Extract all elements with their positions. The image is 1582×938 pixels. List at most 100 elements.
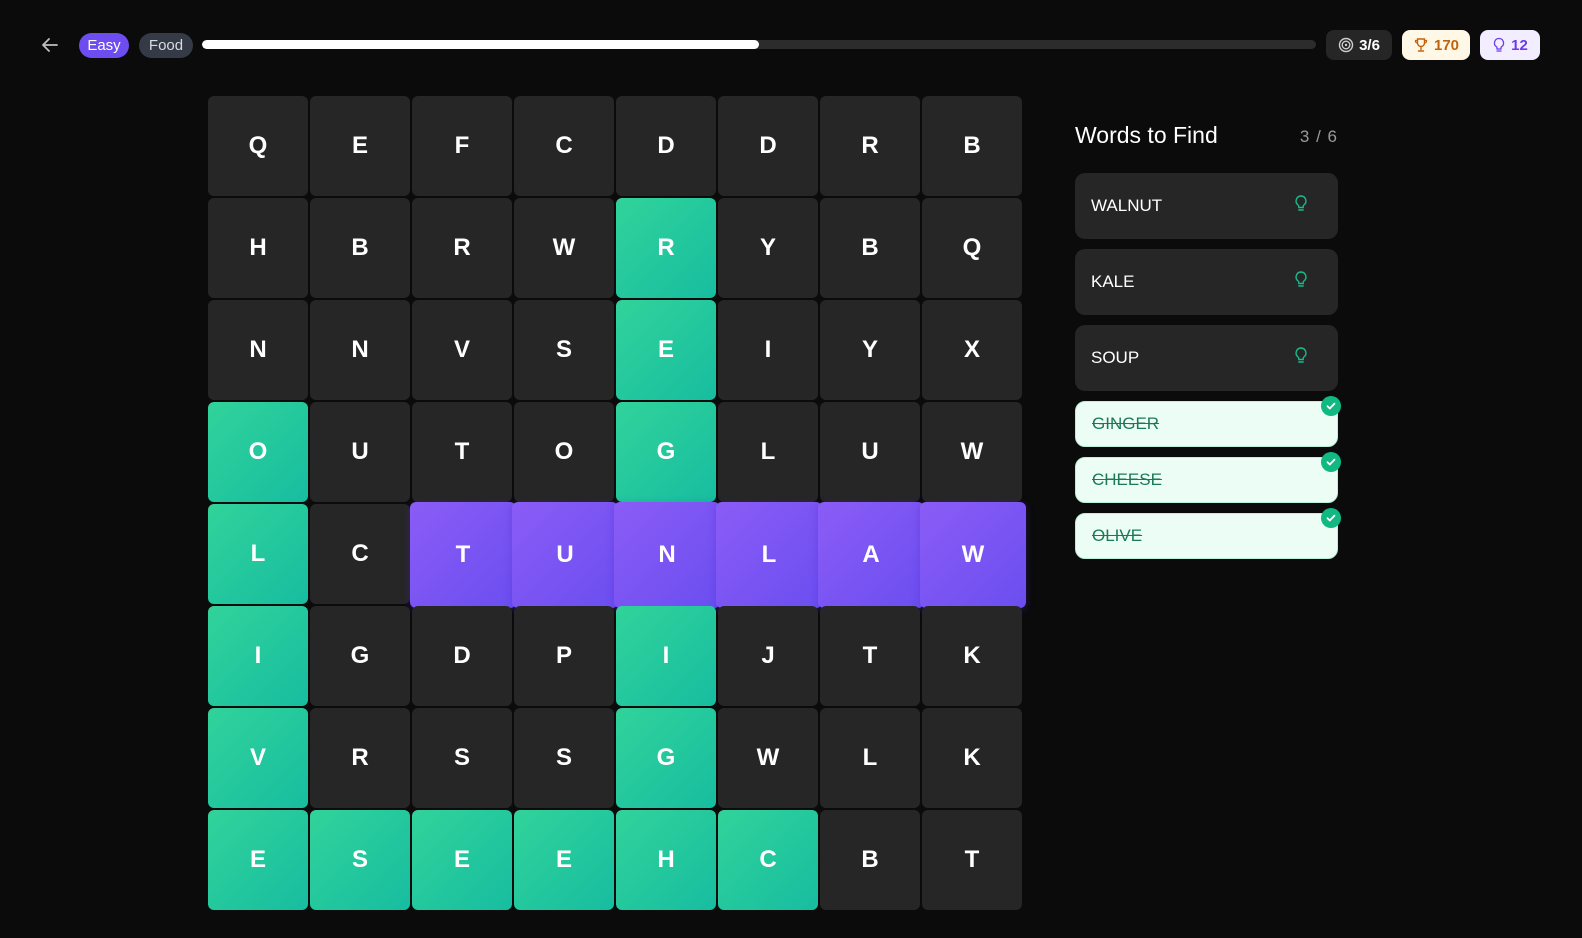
grid-cell[interactable]: N xyxy=(614,502,720,608)
grid-cell[interactable]: C xyxy=(514,96,614,196)
grid-cell[interactable]: L xyxy=(208,504,308,604)
grid-cell[interactable]: B xyxy=(820,198,920,298)
words-panel-title: Words to Find xyxy=(1075,122,1218,148)
word-label: WALNUT xyxy=(1091,196,1163,215)
target-icon xyxy=(1338,37,1354,53)
grid-cell[interactable]: E xyxy=(310,96,410,196)
word-item: OLIVE xyxy=(1075,508,1341,559)
grid-cell[interactable]: P xyxy=(514,606,614,706)
found-check-badge xyxy=(1321,396,1341,416)
grid-cell[interactable]: G xyxy=(310,606,410,706)
lightbulb-icon xyxy=(1494,37,1505,52)
grid-cell[interactable]: S xyxy=(514,300,614,400)
grid-cell[interactable]: T xyxy=(820,606,920,706)
grid-cell[interactable]: T xyxy=(412,402,512,502)
grid-cell[interactable]: E xyxy=(208,810,308,910)
word-item: CHEESE xyxy=(1075,452,1341,503)
grid-cell[interactable]: Q xyxy=(208,96,308,196)
word-label: KALE xyxy=(1091,272,1135,291)
grid-cell[interactable]: K xyxy=(922,708,1022,808)
grid-cell[interactable]: S xyxy=(310,810,410,910)
check-icon xyxy=(1326,514,1336,522)
word-label: CHEESE xyxy=(1092,470,1162,489)
grid-cell[interactable]: R xyxy=(616,198,716,298)
grid-cell[interactable]: B xyxy=(310,198,410,298)
grid-cell[interactable]: W xyxy=(920,502,1026,608)
grid-cell[interactable]: J xyxy=(718,606,818,706)
grid-cell[interactable]: A xyxy=(818,502,924,608)
grid-cell[interactable]: H xyxy=(208,198,308,298)
word-item: GINGER xyxy=(1075,396,1341,447)
words-panel-count: 3 / 6 xyxy=(1299,127,1338,146)
grid-cell[interactable]: V xyxy=(208,708,308,808)
grid-cell[interactable]: L xyxy=(716,502,822,608)
grid-cell[interactable]: T xyxy=(922,810,1022,910)
grid-cell[interactable]: X xyxy=(922,300,1022,400)
grid-cell[interactable]: Y xyxy=(718,198,818,298)
grid-cell[interactable]: N xyxy=(208,300,308,400)
grid-cell[interactable]: O xyxy=(514,402,614,502)
hint-button[interactable] xyxy=(1294,195,1308,218)
grid-cell[interactable]: D xyxy=(616,96,716,196)
grid-cell[interactable]: Q xyxy=(922,198,1022,298)
category-badge: Food xyxy=(139,33,193,58)
grid-cell[interactable]: U xyxy=(820,402,920,502)
grid-cell[interactable]: I xyxy=(616,606,716,706)
grid-cell[interactable]: B xyxy=(922,96,1022,196)
grid-cell[interactable]: K xyxy=(922,606,1022,706)
grid-cell[interactable]: V xyxy=(412,300,512,400)
game-header: Easy Food 3/6 170 12 xyxy=(0,0,1582,90)
grid-cell[interactable]: S xyxy=(514,708,614,808)
grid-cell[interactable]: H xyxy=(616,810,716,910)
hints-text: 12 xyxy=(1511,36,1528,54)
grid-cell[interactable]: R xyxy=(820,96,920,196)
lightbulb-icon xyxy=(1295,195,1307,211)
arrow-left-icon xyxy=(42,38,58,52)
grid-cell[interactable]: L xyxy=(718,402,818,502)
grid-cell[interactable]: C xyxy=(310,504,410,604)
found-check-badge xyxy=(1321,452,1341,472)
word-item: KALE xyxy=(1075,249,1338,315)
grid-cell[interactable]: D xyxy=(412,606,512,706)
word-label: SOUP xyxy=(1091,348,1140,367)
grid-cell[interactable]: T xyxy=(410,502,516,608)
grid-cell[interactable]: O xyxy=(208,402,308,502)
grid-cell[interactable]: F xyxy=(412,96,512,196)
grid-cell[interactable]: C xyxy=(718,810,818,910)
grid-cell[interactable]: I xyxy=(208,606,308,706)
grid-cell[interactable]: Y xyxy=(820,300,920,400)
grid-cell[interactable]: I xyxy=(718,300,818,400)
grid-cell[interactable]: U xyxy=(310,402,410,502)
back-button[interactable] xyxy=(36,31,64,59)
difficulty-badge: Easy xyxy=(79,33,129,58)
grid-cell[interactable]: R xyxy=(412,198,512,298)
grid-cell[interactable]: B xyxy=(820,810,920,910)
grid-cell[interactable]: R xyxy=(310,708,410,808)
grid-cell[interactable]: S xyxy=(412,708,512,808)
hint-button[interactable] xyxy=(1294,271,1308,294)
hints-badge: 12 xyxy=(1480,30,1540,60)
word-label: OLIVE xyxy=(1092,526,1143,545)
word-label: GINGER xyxy=(1092,414,1160,433)
grid-cell[interactable]: W xyxy=(922,402,1022,502)
grid-cell[interactable]: G xyxy=(616,708,716,808)
progress-bar xyxy=(202,40,1316,49)
found-counter: 3/6 xyxy=(1326,30,1392,60)
grid-cell[interactable]: G xyxy=(616,402,716,502)
grid-cell[interactable]: E xyxy=(616,300,716,400)
grid-cell[interactable]: U xyxy=(512,502,618,608)
grid-cell[interactable]: N xyxy=(310,300,410,400)
grid-cell[interactable]: D xyxy=(718,96,818,196)
grid-cell[interactable]: L xyxy=(820,708,920,808)
grid-cell[interactable]: W xyxy=(514,198,614,298)
progress-fill xyxy=(202,40,759,49)
grid-cell[interactable]: E xyxy=(412,810,512,910)
found-check-badge xyxy=(1321,508,1341,528)
hint-button[interactable] xyxy=(1294,347,1308,370)
score-badge: 170 xyxy=(1402,30,1470,60)
word-item: SOUP xyxy=(1075,325,1338,391)
grid-cell[interactable]: E xyxy=(514,810,614,910)
trophy-icon xyxy=(1414,38,1428,52)
score-text: 170 xyxy=(1433,36,1460,54)
grid-cell[interactable]: W xyxy=(718,708,818,808)
